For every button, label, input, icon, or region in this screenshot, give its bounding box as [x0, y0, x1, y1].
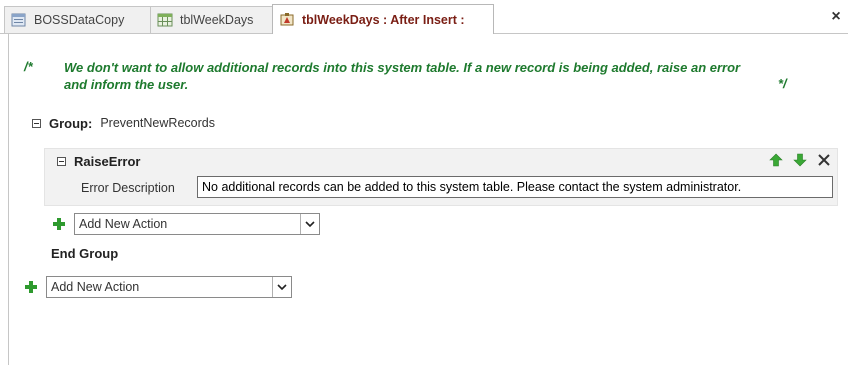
collapse-icon[interactable]	[57, 157, 66, 166]
add-action-text: Add New Action	[79, 217, 168, 231]
document-tab-strip: BOSSDataCopy tblWeekDays tblWeekDays : A…	[0, 0, 848, 34]
delete-icon[interactable]	[815, 151, 833, 169]
comment-text: We don't want to allow additional record…	[64, 60, 741, 92]
plus-icon[interactable]	[52, 217, 66, 231]
raise-error-action[interactable]: RaiseError Error Description No addition…	[44, 148, 838, 206]
comment-close-marker: */	[778, 76, 787, 91]
chevron-down-icon[interactable]	[272, 277, 291, 297]
move-up-icon[interactable]	[767, 151, 785, 169]
action-toolbar	[761, 151, 833, 169]
group-keyword: Group:	[49, 115, 93, 131]
error-description-field[interactable]: No additional records can be added to th…	[197, 176, 833, 198]
tab-tblweekdays[interactable]: tblWeekDays	[150, 6, 274, 33]
add-new-action-dropdown[interactable]: Add New Action	[46, 276, 292, 298]
add-action-text: Add New Action	[51, 280, 140, 294]
action-header: RaiseError	[57, 154, 140, 169]
table-icon	[157, 12, 173, 28]
inner-add-action-row: Add New Action	[52, 213, 320, 235]
macro-comment[interactable]: /* We don't want to allow additional rec…	[22, 59, 812, 99]
chevron-down-icon[interactable]	[300, 214, 319, 234]
tab-bossdatacopy[interactable]: BOSSDataCopy	[4, 6, 152, 33]
action-name: RaiseError	[74, 154, 141, 169]
database-icon	[11, 12, 27, 28]
macro-icon	[279, 12, 295, 28]
close-tab-button[interactable]: ×	[828, 9, 844, 25]
move-down-icon[interactable]	[791, 151, 809, 169]
plus-icon[interactable]	[24, 280, 38, 294]
tab-after-insert-macro[interactable]: tblWeekDays : After Insert :	[272, 4, 494, 34]
comment-open-marker: /*	[24, 59, 33, 74]
group-header[interactable]: Group: PreventNewRecords	[32, 114, 215, 132]
tab-label: BOSSDataCopy	[34, 13, 125, 27]
end-group-label: End Group	[51, 246, 119, 261]
collapse-icon[interactable]	[32, 118, 41, 128]
tab-label: tblWeekDays	[180, 13, 254, 27]
group-name[interactable]: PreventNewRecords	[100, 116, 215, 130]
document-border	[8, 34, 9, 365]
error-description-label: Error Description	[81, 181, 175, 195]
add-new-action-dropdown[interactable]: Add New Action	[74, 213, 320, 235]
outer-add-action-row: Add New Action	[24, 276, 292, 298]
tab-label: tblWeekDays : After Insert :	[302, 12, 465, 27]
